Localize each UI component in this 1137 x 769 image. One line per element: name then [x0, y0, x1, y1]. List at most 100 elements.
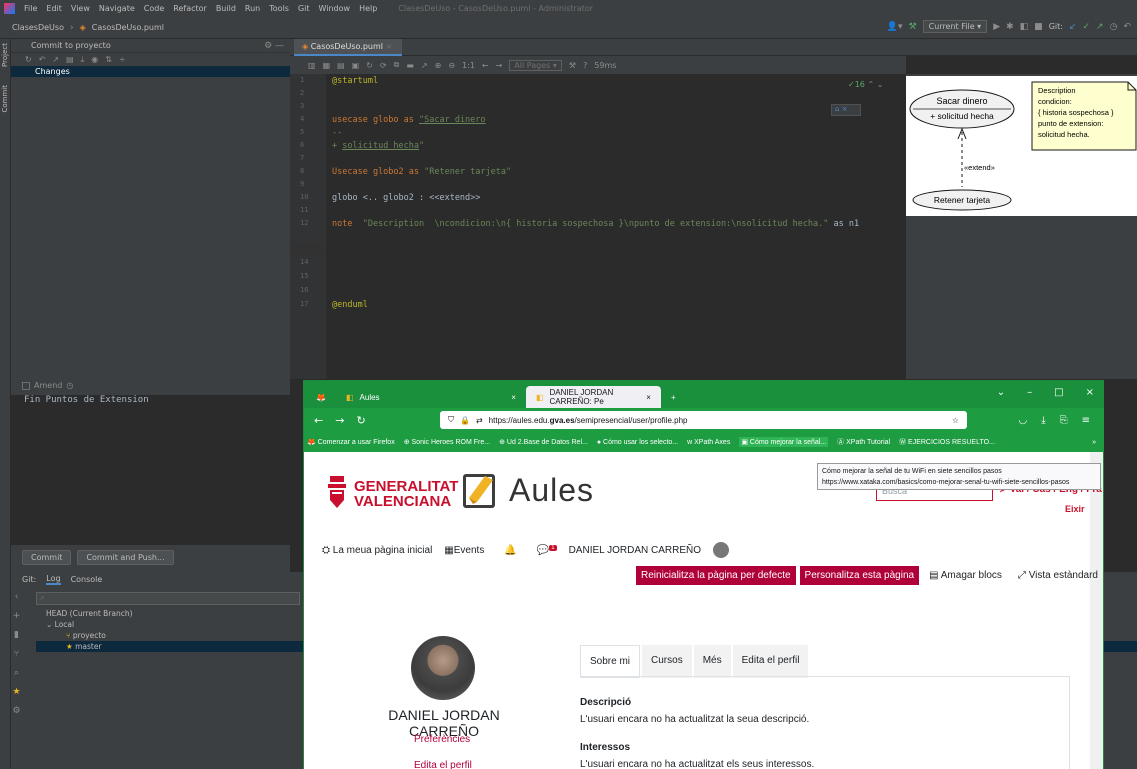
tab-edit-profile[interactable]: Edita el perfil — [732, 645, 809, 678]
debug-icon[interactable]: ✱ — [1006, 22, 1014, 32]
menu-code[interactable]: Code — [144, 4, 164, 13]
trash-icon[interactable]: ▮ — [14, 630, 19, 640]
amend-checkbox[interactable]: Amend ◷ — [22, 381, 73, 390]
commit-tool-button[interactable]: Commit — [1, 85, 9, 113]
sync-icon[interactable]: ⟳ — [380, 61, 387, 70]
menu-build[interactable]: Build — [216, 4, 236, 13]
bookmark-item[interactable]: 🦊 Comenzar a usar Firefox — [307, 438, 395, 446]
close-window-icon[interactable]: × — [1086, 387, 1094, 398]
tab-console[interactable]: Console — [71, 575, 103, 584]
project-tool-button[interactable]: Project — [1, 43, 9, 67]
commit-and-push-button[interactable]: Commit and Push... — [77, 550, 174, 565]
tab-profile[interactable]: ◧ DANIEL JORDAN CARREÑO: Pe × — [525, 386, 661, 408]
split-icon[interactable]: ▦ — [323, 61, 331, 70]
menu-icon[interactable]: ≡ — [1082, 415, 1090, 426]
layout-icon[interactable]: ▥ — [308, 61, 316, 70]
back-icon[interactable]: ← — [314, 414, 323, 427]
commit-button[interactable]: Commit — [22, 550, 72, 565]
run-icon[interactable]: ▶ — [993, 22, 1000, 32]
eye-icon[interactable]: ◉ — [91, 55, 98, 64]
star-icon[interactable]: ★ — [12, 687, 20, 697]
search-icon[interactable]: ⌕ — [14, 668, 19, 678]
preferences-link[interactable]: Preferències — [414, 734, 470, 745]
rollback-icon[interactable]: ↶ — [1123, 22, 1131, 32]
list-tabs-icon[interactable]: ⌄ — [997, 387, 1005, 398]
next-page-icon[interactable]: → — [496, 61, 503, 70]
bookmark-item[interactable]: ▣ Cómo mejorar la señal... — [739, 437, 829, 447]
bell-icon[interactable]: 🔔 — [504, 545, 516, 556]
breadcrumb-project[interactable]: ClasesDeUso — [12, 23, 64, 32]
extensions-icon[interactable]: ⎘ — [1060, 415, 1068, 426]
gear-icon[interactable]: ⚙ — — [264, 41, 284, 51]
minimize-icon[interactable]: – — [1027, 387, 1032, 398]
close-icon[interactable]: × — [646, 393, 651, 402]
hide-blocks-button[interactable]: ▤ Amagar blocs — [923, 570, 1008, 581]
diff-icon[interactable]: ↗ — [52, 55, 59, 64]
inspection-widget[interactable]: ✓16 ⌃ ⌄ — [848, 80, 883, 89]
tab-log[interactable]: Log — [46, 574, 61, 585]
preview-icon[interactable]: ▤ — [337, 61, 345, 70]
reload-icon[interactable]: ↻ — [366, 61, 373, 70]
events-link[interactable]: ▦Events — [444, 545, 484, 556]
chevron-down-icon[interactable]: ⌄ — [877, 80, 884, 89]
settings-icon[interactable]: ⚒ — [569, 61, 576, 70]
messages-icon[interactable]: 💬 1 — [537, 544, 557, 556]
bookmark-item[interactable]: Ⓐ XPath Tutorial — [837, 437, 890, 447]
tab-about-me[interactable]: Sobre mi — [580, 645, 641, 678]
help-icon[interactable]: ? — [583, 61, 587, 70]
edit-profile-link[interactable]: Edita el perfil — [414, 760, 472, 769]
bookmark-item[interactable]: w XPath Axes — [687, 439, 730, 446]
tab-casosdeuso[interactable]: ◈ CasosDeUso.puml × — [294, 39, 403, 56]
copy-icon[interactable]: ⧉ — [394, 60, 400, 70]
expand-all-icon[interactable]: ⇅ — [105, 55, 112, 64]
reset-page-button[interactable]: Reinicialitza la pàgina per defecte — [636, 566, 796, 585]
zoom-actual-label[interactable]: 1:1 — [462, 61, 475, 70]
rollback-icon[interactable]: ↶ — [39, 55, 46, 64]
uml-diagram[interactable]: Sacar dinero + solicitud hecha «extend» … — [906, 76, 1137, 216]
forward-icon[interactable]: → — [335, 414, 344, 427]
shelve-icon[interactable]: ▤ — [66, 55, 74, 64]
menu-tools[interactable]: Tools — [269, 4, 289, 13]
update-icon[interactable]: ⤓ — [81, 55, 85, 65]
generalitat-logo[interactable]: GENERALITAT VALENCIANA — [326, 474, 458, 514]
close-icon[interactable]: × — [386, 42, 393, 51]
image-icon[interactable]: ▣ — [352, 61, 360, 70]
downloads-icon[interactable]: ⤓ — [1041, 415, 1045, 426]
menu-help[interactable]: Help — [359, 4, 377, 13]
pages-select[interactable]: All Pages ▾ — [509, 59, 562, 71]
zoom-in-icon[interactable]: ⊕ — [435, 61, 442, 70]
close-icon[interactable]: × — [511, 393, 516, 402]
history-icon[interactable]: ◷ — [1110, 22, 1118, 32]
external-icon[interactable]: ↗ — [421, 61, 428, 70]
git-push-icon[interactable]: ↗ — [1096, 22, 1104, 32]
aules-logo[interactable]: Aules — [459, 468, 594, 512]
save-icon[interactable]: ▬ — [406, 61, 414, 70]
new-tab-button[interactable]: + — [661, 386, 686, 408]
tab-more[interactable]: Més — [693, 645, 731, 678]
collapse-all-icon[interactable]: ÷ — [119, 55, 126, 64]
menu-navigate[interactable]: Navigate — [99, 4, 135, 13]
add-icon[interactable]: + — [13, 611, 21, 621]
zoom-out-icon[interactable]: ⊖ — [448, 61, 455, 70]
url-bar[interactable]: ⛉ 🔒 ⇄ https://aules.edu.gva.es/semiprese… — [440, 411, 967, 429]
code-editor[interactable]: @startuml usecase globo as "Sacar dinero… — [326, 74, 906, 379]
menu-view[interactable]: View — [71, 4, 90, 13]
logout-link[interactable]: Eixir — [1065, 504, 1085, 514]
standard-view-button[interactable]: ⤢ Vista estàndard — [1012, 570, 1104, 581]
git-commit-icon[interactable]: ✓ — [1083, 22, 1091, 32]
branch-search-input[interactable]: ⌕ — [36, 592, 300, 605]
stop-icon[interactable]: ■ — [1034, 22, 1043, 32]
bookmark-star-icon[interactable]: ☆ — [952, 416, 959, 425]
chevron-up-icon[interactable]: ⌃ — [867, 80, 874, 89]
page-scrollbar[interactable] — [1090, 452, 1103, 769]
refresh-icon[interactable]: ↻ — [25, 55, 32, 64]
menu-file[interactable]: File — [24, 4, 37, 13]
bookmark-item[interactable]: ● Cómo usar los selecto... — [597, 439, 678, 446]
bookmark-item[interactable]: Ⓦ EJERCICIOS RESUELTO... — [899, 437, 995, 447]
branch-icon[interactable]: ⑂ — [14, 649, 19, 659]
menu-refactor[interactable]: Refactor — [173, 4, 207, 13]
menu-run[interactable]: Run — [245, 4, 260, 13]
git-update-icon[interactable]: ↙ — [1069, 22, 1077, 32]
coverage-icon[interactable]: ◧ — [1020, 22, 1029, 32]
avatar[interactable] — [713, 542, 730, 558]
